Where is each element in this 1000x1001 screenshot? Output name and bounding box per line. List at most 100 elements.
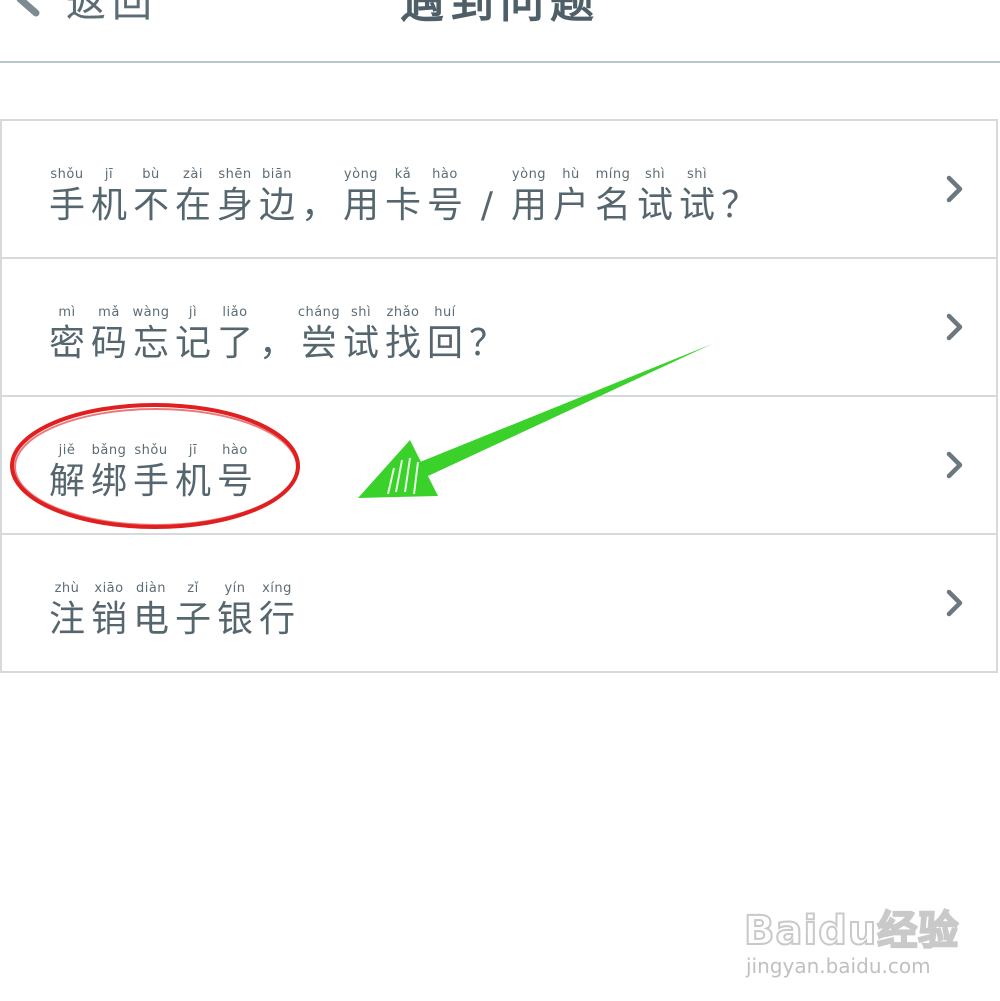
- pinyin-text: yòng: [511, 167, 547, 182]
- page: 返回 遇到问题 shǒu 手 jī 机 bù 不 zài 在 shēn 身 biān 边， yòng 用 k…: [0, 0, 1000, 1001]
- hanzi-text: ？: [720, 185, 757, 226]
- menu-item-cancel-ebank[interactable]: zhù 注 xiāo 销 diàn 电 zǐ 子 yín 银 xíng 行: [2, 535, 996, 673]
- label-char: xíng 行: [256, 581, 298, 643]
- watermark-brand: Baidu经验: [743, 907, 960, 955]
- hanzi-text: 电: [132, 599, 169, 640]
- label-char: jì 记: [172, 305, 214, 367]
- pinyin-text: míng: [595, 167, 631, 182]
- label-char: míng 名: [592, 167, 634, 229]
- label-char: zài 在: [172, 167, 214, 229]
- pinyin-text: mǎ: [98, 305, 120, 320]
- label-char: hù 户: [550, 167, 592, 229]
- pinyin-text: wàng: [132, 305, 170, 320]
- hanzi-text: 不: [132, 185, 169, 226]
- problem-menu-list: shǒu 手 jī 机 bù 不 zài 在 shēn 身 biān 边， yòng 用 kǎ 卡 hào 号 / y…: [0, 119, 998, 673]
- label-char: shǒu 手: [46, 167, 88, 229]
- pinyin-text: shǒu: [50, 167, 84, 182]
- menu-item-phone-not-nearby[interactable]: shǒu 手 jī 机 bù 不 zài 在 shēn 身 biān 边， yòng 用 kǎ 卡 hào 号 / y…: [2, 121, 996, 259]
- label-char: mǎ 码: [88, 305, 130, 367]
- hanzi-text: 号: [216, 461, 253, 502]
- label-char: xiāo 销: [88, 581, 130, 643]
- label-char: jī 机: [172, 443, 214, 505]
- pinyin-text: liǎo: [222, 305, 248, 320]
- hanzi-text: 注: [48, 599, 85, 640]
- pinyin-text: shì: [644, 167, 666, 182]
- hanzi-text: 行: [258, 599, 295, 640]
- pinyin-text: yín: [224, 581, 246, 596]
- hanzi-text: 了: [216, 323, 253, 364]
- header-bar: 返回 遇到问题: [0, 0, 1000, 63]
- label-char: shì 试: [634, 167, 676, 229]
- label-char: zhǎo 找: [382, 305, 424, 367]
- hanzi-text: ，: [300, 185, 337, 226]
- hanzi-text: 尝: [300, 323, 337, 364]
- label-char: shēn 身: [214, 167, 256, 229]
- label-char: shì 试: [340, 305, 382, 367]
- label-char: cháng 尝: [298, 305, 340, 367]
- hanzi-text: 机: [174, 461, 211, 502]
- hanzi-text: 银: [216, 599, 253, 640]
- pinyin-text: cháng: [297, 305, 341, 320]
- menu-item-label: mì 密 mǎ 码 wàng 忘 jì 记 liǎo 了， cháng 尝 shì 试 zhǎo 找 huí 回？: [46, 305, 508, 367]
- label-char: bǎng 绑: [88, 443, 130, 505]
- hanzi-text: 绑: [90, 461, 127, 502]
- hanzi-text: 边: [258, 185, 295, 226]
- pinyin-text: yòng: [343, 167, 379, 182]
- label-char: ，: [256, 305, 298, 367]
- hanzi-text: 机: [90, 185, 127, 226]
- hanzi-text: 记: [174, 323, 211, 364]
- pinyin-text: bù: [142, 167, 160, 182]
- label-char: zǐ 子: [172, 581, 214, 643]
- hanzi-text: 解: [48, 461, 85, 502]
- watermark-domain: jingyan.baidu.com: [746, 954, 931, 978]
- label-char: shì 试: [676, 167, 718, 229]
- chevron-right-icon: [946, 589, 963, 617]
- label-char: yòng 用: [340, 167, 382, 229]
- page-title: 遇到问题: [400, 0, 600, 28]
- hanzi-text: 号: [426, 185, 463, 226]
- menu-item-unbind-phone[interactable]: jiě 解 bǎng 绑 shǒu 手 jī 机 hào 号: [2, 397, 996, 535]
- pinyin-text: shì: [686, 167, 708, 182]
- hanzi-text: 户: [552, 185, 589, 226]
- hanzi-text: 码: [90, 323, 127, 364]
- label-char: ？: [718, 167, 760, 229]
- pinyin-text: hào: [432, 167, 458, 182]
- hanzi-text: 身: [216, 185, 253, 226]
- hanzi-text: 用: [510, 185, 547, 226]
- label-char: jiě 解: [46, 443, 88, 505]
- label-char: huí 回: [424, 305, 466, 367]
- label-char: liǎo 了: [214, 305, 256, 367]
- hanzi-text: 名: [594, 185, 631, 226]
- watermark: Baidu经验 jingyan.baidu.com: [743, 892, 959, 982]
- label-char: hào 号: [424, 167, 466, 229]
- pinyin-text: jiě: [58, 443, 76, 458]
- pinyin-text: mì: [58, 305, 76, 320]
- label-char: ？: [466, 305, 508, 367]
- chevron-right-icon: [946, 175, 963, 203]
- pinyin-text: biān: [261, 167, 293, 182]
- pinyin-text: diàn: [135, 581, 167, 596]
- chevron-right-icon: [946, 313, 963, 341]
- hanzi-text: 密: [48, 323, 85, 364]
- pinyin-text: kǎ: [394, 167, 412, 182]
- label-char: biān 边: [256, 167, 298, 229]
- label-char: hào 号: [214, 443, 256, 505]
- pinyin-text: bǎng: [91, 443, 127, 458]
- hanzi-text: 子: [174, 599, 211, 640]
- label-char: bù 不: [130, 167, 172, 229]
- pinyin-text: xíng: [262, 581, 292, 596]
- label-char: zhù 注: [46, 581, 88, 643]
- pinyin-text: jī: [188, 443, 198, 458]
- label-char: diàn 电: [130, 581, 172, 643]
- pinyin-text: hù: [562, 167, 580, 182]
- hanzi-text: 用: [342, 185, 379, 226]
- pinyin-text: zhǎo: [386, 305, 420, 320]
- label-char: kǎ 卡: [382, 167, 424, 229]
- hanzi-text: 手: [132, 461, 169, 502]
- hanzi-text: 在: [174, 185, 211, 226]
- pinyin-text: jī: [104, 167, 114, 182]
- hanzi-text: 试: [342, 323, 379, 364]
- pinyin-text: zài: [183, 167, 203, 182]
- menu-item-forgot-password[interactable]: mì 密 mǎ 码 wàng 忘 jì 记 liǎo 了， cháng 尝 shì 试 zhǎo 找 huí 回？: [2, 259, 996, 397]
- label-char: jī 机: [88, 167, 130, 229]
